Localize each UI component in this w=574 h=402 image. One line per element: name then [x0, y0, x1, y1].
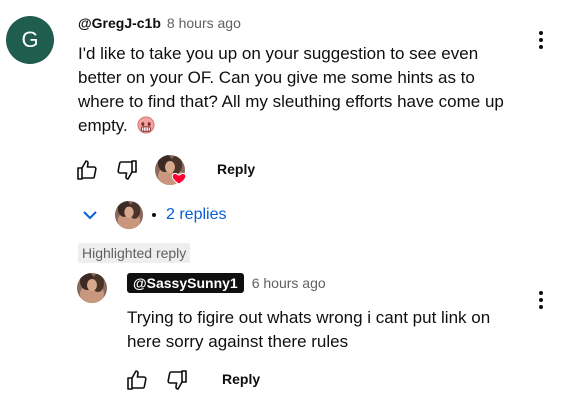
more-vertical-icon	[539, 31, 543, 35]
avatar-letter: G	[21, 27, 39, 52]
replier-avatar	[114, 200, 144, 230]
replies-toggle-button[interactable]: 2 replies	[78, 200, 226, 230]
creator-heart-badge	[154, 154, 187, 186]
highlighted-reply-badge: Highlighted reply	[78, 243, 191, 263]
thumbs-up-icon	[77, 160, 97, 180]
reply-author-avatar[interactable]	[76, 272, 108, 304]
thumbs-up-icon	[127, 370, 147, 390]
heart-icon	[171, 172, 187, 185]
comment-time[interactable]: 8 hours ago	[167, 15, 241, 31]
comment-more-button[interactable]	[533, 28, 549, 52]
reply-dislike-button[interactable]	[164, 367, 190, 393]
comment-header: @GregJ-c1b 8 hours ago	[78, 15, 241, 31]
comment-author[interactable]: @GregJ-c1b	[78, 15, 161, 31]
dislike-button[interactable]	[114, 157, 140, 183]
reply-reply-button[interactable]: Reply	[222, 371, 260, 387]
more-vertical-icon	[539, 291, 543, 295]
thumbs-down-icon	[167, 370, 187, 390]
reply-time[interactable]: 6 hours ago	[252, 275, 326, 291]
like-button[interactable]	[74, 157, 100, 183]
separator-dot	[152, 213, 156, 217]
disappointed-face-emoji-icon	[136, 116, 155, 134]
reply-button[interactable]: Reply	[217, 161, 255, 177]
reply-author[interactable]: @SassySunny1	[127, 273, 244, 293]
reply-like-button[interactable]	[124, 367, 150, 393]
comment-body: I'd like to take you up on your suggesti…	[78, 42, 518, 138]
reply-header: @SassySunny1 6 hours ago	[127, 273, 326, 293]
reply-more-button[interactable]	[533, 288, 549, 312]
thumbs-down-icon	[117, 160, 137, 180]
replies-count-label[interactable]: 2 replies	[166, 206, 226, 224]
reply-body: Trying to figire out whats wrong i cant …	[127, 308, 491, 351]
chevron-down-icon	[83, 211, 97, 220]
author-avatar[interactable]: G	[6, 16, 54, 64]
